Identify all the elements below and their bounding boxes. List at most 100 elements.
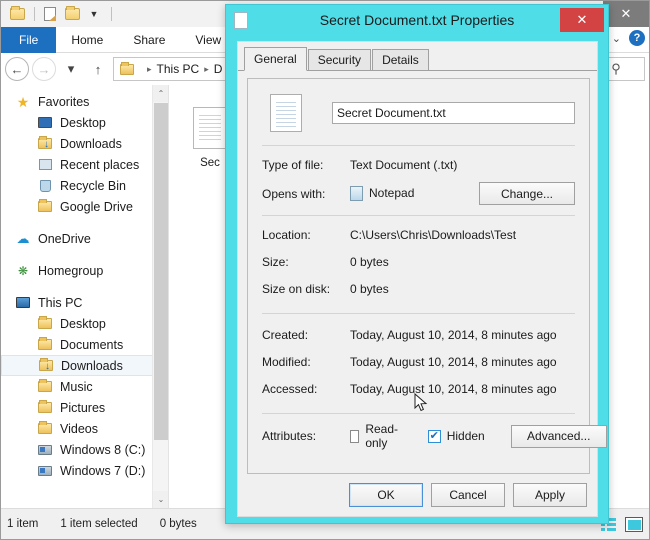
sidebar-label-pictures: Pictures	[60, 401, 105, 415]
navigation-pane: ★ Favorites Desktop ↓ Downloads Recent p…	[1, 85, 168, 508]
scroll-up-arrow-icon[interactable]: ⌃	[153, 85, 168, 102]
explorer-close-button[interactable]: ✕	[603, 1, 649, 27]
breadcrumb-separator-2: ▸	[204, 64, 209, 75]
notepad-icon	[350, 186, 363, 201]
pictures-folder-icon	[37, 400, 53, 416]
text-document-large-icon	[270, 94, 302, 132]
homegroup-icon: ❋	[15, 263, 31, 279]
ok-button[interactable]: OK	[349, 483, 423, 507]
properties-icon[interactable]	[62, 4, 82, 24]
size-on-disk-value: 0 bytes	[350, 282, 575, 296]
created-label: Created:	[262, 328, 350, 342]
sidebar-item-downloads-fav[interactable]: ↓ Downloads	[1, 133, 168, 154]
dialog-footer-buttons: OK Cancel Apply	[349, 483, 587, 507]
desktop-icon	[37, 115, 53, 131]
nav-spacer-3	[1, 281, 168, 292]
created-row: Created: Today, August 10, 2014, 8 minut…	[262, 324, 575, 346]
nav-spacer-2	[1, 249, 168, 260]
drive-icon-2	[37, 463, 53, 479]
back-button[interactable]: ←	[5, 57, 29, 81]
ribbon-tab-home[interactable]: Home	[56, 27, 118, 53]
advanced-button[interactable]: Advanced...	[511, 425, 607, 448]
new-item-icon[interactable]	[40, 4, 60, 24]
folder-icon[interactable]	[7, 4, 27, 24]
sidebar-item-windows8-c[interactable]: Windows 8 (C:)	[1, 439, 168, 460]
breadcrumb-item-this-pc[interactable]: This PC	[157, 62, 200, 76]
status-size: 0 bytes	[160, 518, 197, 530]
sidebar-item-onedrive[interactable]: ☁ OneDrive	[1, 228, 168, 249]
hidden-checkbox-wrap[interactable]: ✔ Hidden	[428, 429, 485, 443]
sidebar-label-downloads: Downloads	[61, 359, 123, 373]
forward-button[interactable]: →	[32, 57, 56, 81]
modified-value: Today, August 10, 2014, 8 minutes ago	[350, 355, 575, 369]
divider-4	[262, 413, 575, 414]
sidebar-item-recycle-bin[interactable]: Recycle Bin	[1, 175, 168, 196]
customize-chevron-icon[interactable]: ▼	[84, 4, 104, 24]
cancel-button[interactable]: Cancel	[431, 483, 505, 507]
sidebar-item-music[interactable]: Music	[1, 376, 168, 397]
breadcrumb-item-downloads[interactable]: D	[214, 62, 223, 76]
hidden-checkbox[interactable]: ✔	[428, 430, 441, 443]
large-icons-view-icon[interactable]	[625, 517, 643, 532]
mouse-cursor	[414, 393, 428, 413]
toolbar-divider	[34, 7, 35, 21]
onedrive-cloud-icon: ☁	[15, 231, 31, 247]
sidebar-item-google-drive[interactable]: Google Drive	[1, 196, 168, 217]
attributes-row: Attributes: Read-only ✔ Hidden Advanced.…	[262, 422, 575, 450]
properties-dialog: Secret Document.txt Properties ✕ General…	[225, 4, 609, 524]
size-row: Size: 0 bytes	[262, 251, 575, 273]
status-item-count: 1 item	[7, 518, 38, 530]
tab-details[interactable]: Details	[372, 49, 429, 70]
location-label: Location:	[262, 228, 350, 242]
recent-places-icon	[37, 157, 53, 173]
sidebar-label-documents: Documents	[60, 338, 123, 352]
tab-security[interactable]: Security	[308, 49, 371, 70]
scrollbar-thumb[interactable]	[154, 103, 168, 440]
close-icon[interactable]: ✕	[560, 8, 604, 32]
sidebar-item-recent-places[interactable]: Recent places	[1, 154, 168, 175]
read-only-label: Read-only	[365, 422, 401, 450]
sidebar-item-this-pc[interactable]: This PC	[1, 292, 168, 313]
divider-1	[262, 145, 575, 146]
apply-button[interactable]: Apply	[513, 483, 587, 507]
ribbon-tab-share[interactable]: Share	[118, 27, 180, 53]
documents-folder-icon	[37, 337, 53, 353]
file-tile-label: Sec	[200, 157, 220, 170]
breadcrumb-separator-1: ▸	[147, 64, 152, 75]
change-button[interactable]: Change...	[479, 182, 575, 205]
sidebar-item-desktop-fav[interactable]: Desktop	[1, 112, 168, 133]
sidebar-label-downloads-fav: Downloads	[60, 137, 122, 151]
sidebar-item-pictures[interactable]: Pictures	[1, 397, 168, 418]
read-only-checkbox[interactable]	[350, 430, 359, 443]
filename-input[interactable]	[332, 102, 575, 124]
toolbar-divider-2	[111, 7, 112, 21]
tab-general[interactable]: General	[244, 47, 307, 71]
filename-row	[262, 91, 575, 135]
sidebar-item-desktop[interactable]: Desktop	[1, 313, 168, 334]
screen: ▼ ✕ File Home Share View ⌄ ? ← → ▾ ↑	[0, 0, 650, 540]
sidebar-label-desktop-fav: Desktop	[60, 116, 106, 130]
type-of-file-label: Type of file:	[262, 158, 350, 172]
sidebar-item-videos[interactable]: Videos	[1, 418, 168, 439]
recent-locations-chevron-icon[interactable]: ▾	[59, 57, 83, 81]
sidebar-item-documents[interactable]: Documents	[1, 334, 168, 355]
chevron-down-icon[interactable]: ⌄	[612, 32, 621, 45]
sidebar-label-recent-places: Recent places	[60, 158, 139, 172]
sidebar-label-windows7-d: Windows 7 (D:)	[60, 464, 145, 478]
sidebar-item-homegroup[interactable]: ❋ Homegroup	[1, 260, 168, 281]
size-on-disk-row: Size on disk: 0 bytes	[262, 278, 575, 300]
dialog-title-bar[interactable]: Secret Document.txt Properties ✕	[226, 5, 608, 35]
read-only-checkbox-wrap[interactable]: Read-only	[350, 422, 402, 450]
help-icon[interactable]: ?	[629, 30, 645, 46]
scroll-down-arrow-icon[interactable]: ⌄	[153, 491, 168, 508]
navigation-scrollbar[interactable]: ⌃ ⌄	[152, 85, 168, 508]
ribbon-tab-file[interactable]: File	[1, 27, 56, 53]
up-button[interactable]: ↑	[86, 57, 110, 81]
type-of-file-value: Text Document (.txt)	[350, 158, 575, 172]
sidebar-item-favorites[interactable]: ★ Favorites	[1, 91, 168, 112]
videos-folder-icon	[37, 421, 53, 437]
sidebar-item-downloads[interactable]: ↓ Downloads	[1, 355, 168, 376]
sidebar-item-windows7-d[interactable]: Windows 7 (D:)	[1, 460, 168, 481]
recycle-bin-icon	[37, 178, 53, 194]
dialog-title: Secret Document.txt Properties	[226, 5, 608, 35]
